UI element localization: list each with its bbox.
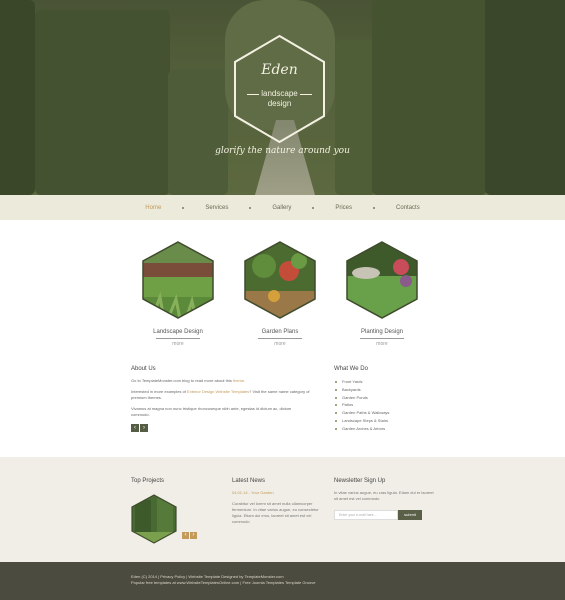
more-link[interactable]: more <box>142 341 214 347</box>
main-nav: Home Services Gallery Prices Contacts <box>0 195 565 220</box>
newsletter-form: Enter your e-mail here... submit <box>334 510 434 520</box>
what-we-do-section: What We Do Front Yards Backyards Garden … <box>334 366 454 433</box>
news-text: Curabitur vel lorem sit amet nulla ullam… <box>232 501 319 524</box>
theme-link[interactable]: theme <box>233 378 244 383</box>
service-garden-plans: Garden Plans more <box>244 241 316 347</box>
about-paragraph-3: Vivamus at magna non nunc tristique rhon… <box>131 406 292 417</box>
chevron-left-icon[interactable]: ‹ <box>182 532 189 539</box>
newsletter-heading: Newsletter Sign Up <box>334 478 386 484</box>
templates-link[interactable]: Exterior Design Website Templates <box>187 389 249 394</box>
nav-separator <box>182 206 185 209</box>
about-pager: ‹ › <box>131 424 311 432</box>
footer-bar: Eden (C) 2014 | Privacy Policy | Website… <box>0 562 565 600</box>
list-item[interactable]: Garden Arches & Arbors <box>334 425 454 433</box>
top-projects-section: Top Projects <box>131 478 211 545</box>
newsletter-text: In vitae varius augue, eu cras ligula. E… <box>334 490 434 501</box>
about-section: About Us Go to TemplateMonster.com blog … <box>131 366 311 432</box>
chevron-right-icon[interactable]: › <box>140 424 148 432</box>
what-we-do-list: Front Yards Backyards Garden Ponds Patio… <box>334 378 454 433</box>
nav-separator <box>312 206 315 209</box>
more-link[interactable]: more <box>346 341 418 347</box>
more-link[interactable]: more <box>244 341 316 347</box>
service-planting-design: Planting Design more <box>346 241 418 347</box>
about-heading: About Us <box>131 366 156 372</box>
project-thumbnail[interactable] <box>131 494 177 544</box>
logo-title: Eden <box>261 62 298 78</box>
nav-home[interactable]: Home <box>134 205 172 211</box>
planting-design-image[interactable] <box>346 241 418 319</box>
newsletter-section: Newsletter Sign Up In vitae varius augue… <box>334 478 434 520</box>
projects-pager: ‹ › <box>182 532 197 539</box>
list-item[interactable]: Backyards <box>334 386 454 394</box>
list-item[interactable]: Landscape Steps & Stairs <box>334 417 454 425</box>
garden-plans-image[interactable] <box>244 241 316 319</box>
list-item[interactable]: Garden Paths & Walkways <box>334 409 454 417</box>
service-title[interactable]: Garden Plans <box>244 329 316 335</box>
nav-prices[interactable]: Prices <box>324 205 363 211</box>
list-item[interactable]: Patios <box>334 401 454 409</box>
about-text: . <box>244 378 246 383</box>
news-date-link[interactable]: 04.01.14 - Your Garden <box>232 490 320 495</box>
list-item[interactable]: Front Yards <box>334 378 454 386</box>
about-text: Go to TemplateMonster.com blog to read m… <box>131 378 233 383</box>
about-paragraph-2: Interested in more examples of Exterior … <box>131 389 311 401</box>
about-paragraph-1: Go to TemplateMonster.com blog to read m… <box>131 378 311 384</box>
about-text: Interested in more examples of <box>131 389 188 394</box>
credits-line[interactable]: Popular free templates at www.WebsiteTem… <box>131 580 315 586</box>
divider <box>360 338 404 339</box>
chevron-left-icon[interactable]: ‹ <box>131 424 139 432</box>
service-landscape-design: Landscape Design more <box>142 241 214 347</box>
chevron-right-icon[interactable]: › <box>190 532 197 539</box>
landscape-design-image[interactable] <box>142 241 214 319</box>
logo-subtitle-line2: design <box>267 99 292 108</box>
tagline: glorify the nature around you <box>215 146 350 156</box>
service-title[interactable]: Planting Design <box>346 329 418 335</box>
email-field[interactable]: Enter your e-mail here... <box>334 510 398 520</box>
nav-separator <box>373 206 376 209</box>
logo-subtitle: landscape design <box>232 89 327 109</box>
what-we-do-heading: What We Do <box>334 366 368 372</box>
nav-separator <box>249 206 252 209</box>
divider <box>156 338 200 339</box>
logo-subtitle-line1: landscape <box>261 89 298 98</box>
nav-gallery[interactable]: Gallery <box>261 205 302 211</box>
nav-services[interactable]: Services <box>194 205 239 211</box>
list-item[interactable]: Garden Ponds <box>334 394 454 402</box>
nav-contacts[interactable]: Contacts <box>385 205 431 211</box>
latest-news-section: Latest News 04.01.14 - Your Garden Curab… <box>232 478 320 525</box>
service-title[interactable]: Landscape Design <box>142 329 214 335</box>
submit-button[interactable]: submit <box>398 510 422 520</box>
hero-banner: Eden landscape design glorify the nature… <box>0 0 565 195</box>
latest-news-heading: Latest News <box>232 478 266 484</box>
divider <box>258 338 302 339</box>
top-projects-heading: Top Projects <box>131 478 165 484</box>
